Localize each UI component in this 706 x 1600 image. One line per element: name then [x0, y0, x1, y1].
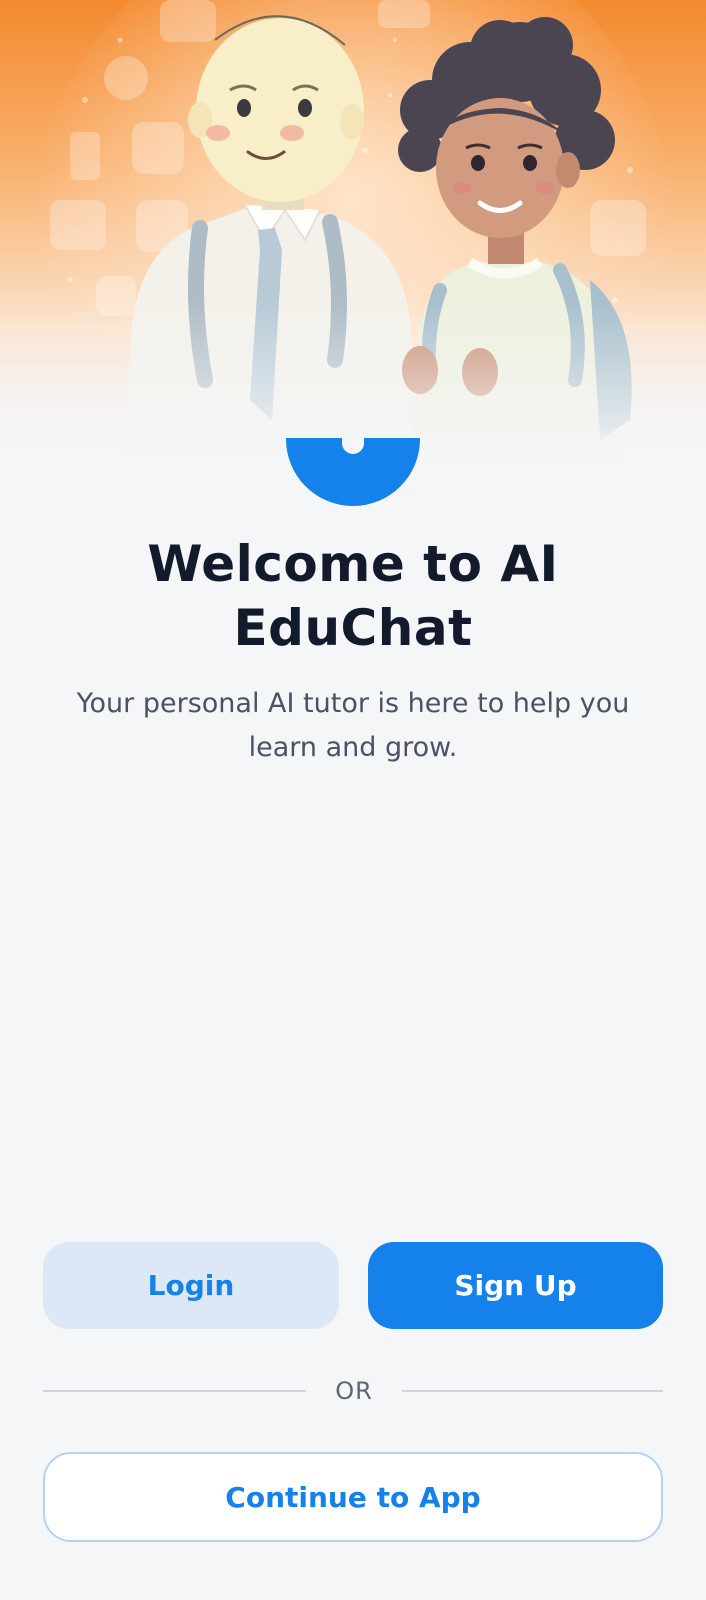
login-button[interactable]: Login [43, 1242, 339, 1329]
sign-up-button[interactable]: Sign Up [368, 1242, 663, 1329]
app-logo-badge [286, 438, 420, 506]
logo-notch [342, 438, 364, 454]
welcome-title: Welcome to AI EduChat [147, 535, 559, 657]
welcome-screen: Welcome to AI EduChat Your personal AI t… [0, 0, 706, 1600]
continue-to-app-button[interactable]: Continue to App [43, 1452, 663, 1542]
welcome-subtitle: Your personal AI tutor is here to help y… [76, 688, 630, 763]
hero-illustration [0, 0, 706, 470]
divider-line-right [402, 1390, 663, 1392]
or-divider-label: OR [335, 1377, 373, 1405]
divider-line-left [43, 1390, 306, 1392]
